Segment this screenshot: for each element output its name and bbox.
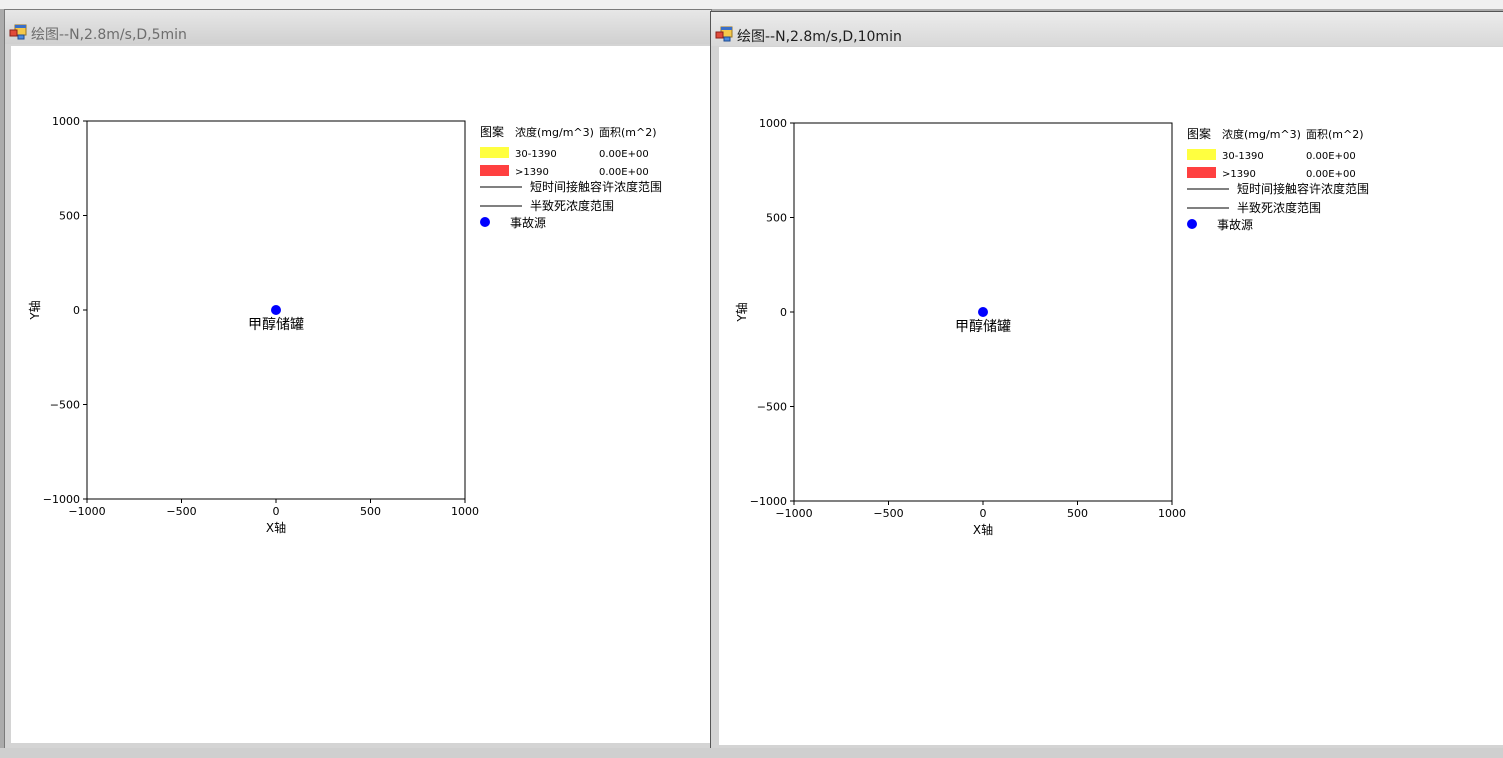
legend-line-label: 半致死浓度范围 xyxy=(1237,200,1321,215)
mdi-workspace: 绘图--N,2.8m/s,D,5min −1000 −500 0 500 1000 100… xyxy=(0,9,1503,758)
y-tick-label: 500 xyxy=(59,210,80,223)
y-tick-label: −500 xyxy=(50,399,80,412)
accident-source-point xyxy=(271,305,281,315)
y-axis-label: Y轴 xyxy=(734,302,749,322)
y-axis-label: Y轴 xyxy=(27,300,42,320)
legend-area-value: 0.00E+00 xyxy=(1306,169,1356,180)
y-tick-label: 0 xyxy=(780,306,787,319)
plot-canvas: −1000 −500 0 500 1000 1000 500 0 −500 −1000 X轴 Y轴甲醇… xyxy=(11,46,710,743)
y-tick-label: 1000 xyxy=(759,117,787,130)
legend-range-label: >1390 xyxy=(515,167,549,178)
x-tick-label: 0 xyxy=(980,507,987,520)
plot-canvas: −1000 −500 0 500 1000 1000 500 0 −500 −1000 X轴 Y轴甲醇… xyxy=(719,47,1503,745)
x-tick-label: 0 xyxy=(273,505,280,518)
point-label: 甲醇储罐 xyxy=(248,316,304,333)
window-title: 绘图--N,2.8m/s,D,10min xyxy=(737,29,902,45)
legend-range-label: >1390 xyxy=(1222,169,1256,180)
y-tick-label: −500 xyxy=(757,401,787,414)
legend-line-label: 半致死浓度范围 xyxy=(530,198,614,213)
bottom-edge xyxy=(0,748,1503,758)
legend-marker xyxy=(480,217,490,227)
window-titlebar[interactable]: 绘图--N,2.8m/s,D,10min xyxy=(711,12,1503,46)
legend-swatch xyxy=(480,165,509,176)
concentration-chart: −1000 −500 0 500 1000 1000 500 0 −500 −1000 X轴 Y轴甲醇… xyxy=(734,117,1369,537)
plot-window-5min[interactable]: 绘图--N,2.8m/s,D,5min −1000 −500 0 500 1000 100… xyxy=(4,9,712,754)
legend-area-value: 0.00E+00 xyxy=(1306,151,1356,162)
legend-header-pattern: 图案 xyxy=(1187,126,1211,141)
legend-header-area: 面积(m^2) xyxy=(1306,128,1364,141)
legend-swatch xyxy=(1187,149,1216,160)
x-tick-label: 500 xyxy=(1067,507,1088,520)
legend-line-label: 短时间接触容许浓度范围 xyxy=(1237,181,1369,196)
legend-range-label: 30-1390 xyxy=(1222,151,1264,162)
x-tick-label: −500 xyxy=(166,505,196,518)
plot-window-10min[interactable]: 绘图--N,2.8m/s,D,10min −1000 −500 0 500 1000 10… xyxy=(710,11,1503,754)
legend-marker xyxy=(1187,219,1197,229)
point-label: 甲醇储罐 xyxy=(955,318,1011,335)
legend-swatch xyxy=(480,147,509,158)
concentration-chart: −1000 −500 0 500 1000 1000 500 0 −500 −1000 X轴 Y轴甲醇… xyxy=(27,115,662,535)
window-title: 绘图--N,2.8m/s,D,5min xyxy=(31,27,187,43)
y-tick-label: −1000 xyxy=(43,493,80,506)
window-titlebar[interactable]: 绘图--N,2.8m/s,D,5min xyxy=(5,10,711,44)
legend-marker-label: 事故源 xyxy=(1217,217,1253,232)
app-form-icon xyxy=(715,26,733,42)
legend-header-concentration: 浓度(mg/m^3) xyxy=(1222,127,1301,141)
legend-swatch xyxy=(1187,167,1216,178)
legend-area-value: 0.00E+00 xyxy=(599,167,649,178)
legend-header-area: 面积(m^2) xyxy=(599,126,657,139)
app-form-icon xyxy=(9,24,27,40)
x-tick-label: −1000 xyxy=(775,507,812,520)
x-tick-label: 500 xyxy=(360,505,381,518)
legend-marker-label: 事故源 xyxy=(510,215,546,230)
x-tick-label: 1000 xyxy=(1158,507,1186,520)
y-tick-label: 1000 xyxy=(52,115,80,128)
legend-header-concentration: 浓度(mg/m^3) xyxy=(515,125,594,139)
x-tick-label: −1000 xyxy=(68,505,105,518)
x-axis-label: X轴 xyxy=(266,520,286,535)
y-tick-label: −1000 xyxy=(750,495,787,508)
x-tick-label: −500 xyxy=(873,507,903,520)
legend-area-value: 0.00E+00 xyxy=(599,149,649,160)
x-tick-label: 1000 xyxy=(451,505,479,518)
accident-source-point xyxy=(978,307,988,317)
y-tick-label: 500 xyxy=(766,212,787,225)
legend-range-label: 30-1390 xyxy=(515,149,557,160)
y-tick-label: 0 xyxy=(73,304,80,317)
legend-header-pattern: 图案 xyxy=(480,124,504,139)
legend-line-label: 短时间接触容许浓度范围 xyxy=(530,179,662,194)
x-axis-label: X轴 xyxy=(973,522,993,537)
